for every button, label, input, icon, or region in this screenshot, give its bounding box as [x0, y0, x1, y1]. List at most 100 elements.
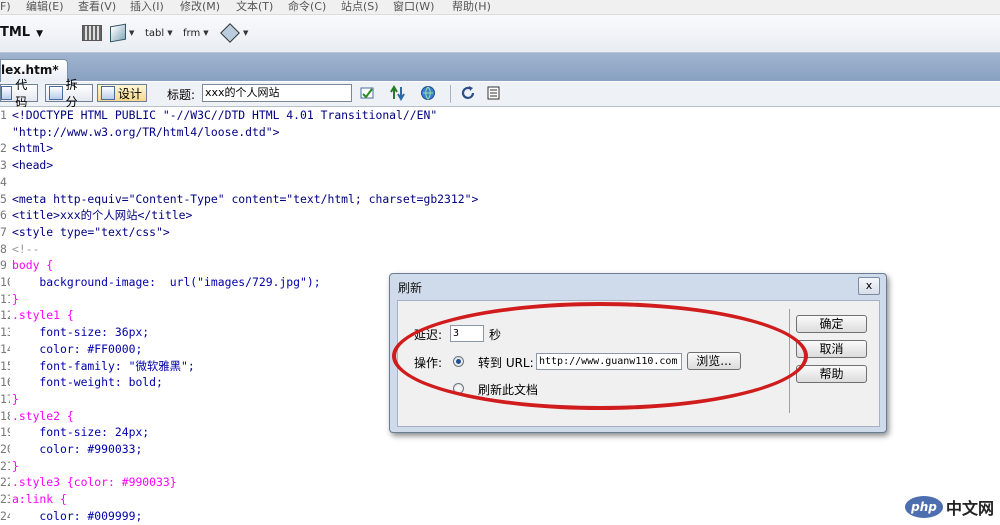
line-number: 8 — [0, 241, 7, 256]
table-grid-button[interactable] — [82, 24, 102, 42]
code-text: <!-- — [12, 241, 40, 256]
watermark-text: 中文网 — [945, 499, 994, 518]
document-toolbar: 代码 拆分 设计 标题: xxx的个人网站 — [0, 78, 1000, 109]
split-view-button[interactable]: 拆分 — [45, 78, 93, 109]
code-view-button[interactable]: 代码 — [0, 78, 38, 109]
insert-toolbar: TML ▼ ▼ tabl ▼ frm ▼ ▼ — [0, 15, 1000, 53]
help-button[interactable]: 帮助 — [796, 365, 867, 383]
code-text: font-weight: bold; — [12, 375, 163, 390]
code-text: font-family: "微软雅黑"; — [12, 358, 195, 373]
template-button[interactable]: ▼ — [220, 23, 249, 43]
code-text: font-size: 24px; — [12, 425, 150, 440]
design-view-label: 设计 — [118, 86, 143, 101]
frm-label: frm — [183, 27, 201, 39]
menu-item[interactable]: 编辑(E) — [26, 0, 64, 14]
line-number: 10 — [0, 275, 10, 289]
close-icon: x — [865, 279, 873, 292]
php-badge: php — [904, 496, 943, 518]
menu-item[interactable]: 命令(C) — [288, 0, 326, 14]
code-text: body { — [12, 258, 54, 273]
code-text: <head> — [12, 158, 54, 173]
code-text: .style2 { — [12, 408, 74, 423]
line-number: 7 — [0, 224, 7, 239]
code-text: <style type="text/css"> — [12, 224, 170, 239]
chevron-down-icon: ▼ — [167, 29, 173, 37]
menu-item[interactable]: 插入(I) — [130, 0, 164, 14]
code-view-label: 代码 — [15, 78, 28, 109]
code-text: background-image: url("images/729.jpg"); — [12, 275, 321, 289]
transfer-icon[interactable] — [390, 85, 406, 101]
menu-item[interactable]: 文本(T) — [236, 0, 273, 14]
code-text: <html> — [12, 141, 54, 156]
code-text: color: #FF0000; — [12, 341, 143, 356]
title-label: 标题: — [167, 88, 196, 102]
chevron-down-icon: ▼ — [203, 29, 209, 37]
code-text: font-size: 36px; — [12, 325, 150, 340]
code-view-icon — [1, 86, 13, 100]
watermark-logo: php 中文网 — [904, 495, 994, 519]
code-text: color: #009999; — [12, 508, 143, 523]
annotation-ellipse — [392, 302, 808, 410]
menu-item[interactable]: 站点(S) — [341, 0, 379, 14]
globe-preview-icon[interactable] — [420, 85, 436, 101]
line-number: 15 — [0, 358, 10, 373]
close-button[interactable]: x — [858, 277, 880, 295]
menu-item[interactable]: F) — [0, 0, 11, 14]
chevron-down-icon: ▼ — [36, 29, 44, 39]
menu-item[interactable]: 窗口(W) — [393, 0, 434, 14]
code-text: <!DOCTYPE HTML PUBLIC "-//W3C//DTD HTML … — [12, 108, 438, 122]
line-number: 16 — [0, 375, 10, 390]
line-number: 20 — [0, 442, 10, 456]
document-tab-strip: lex.htm* — [0, 53, 1000, 82]
line-number: 14 — [0, 341, 10, 356]
code-text: "http://www.w3.org/TR/html4/loose.dtd"> — [12, 124, 280, 139]
chevron-down-icon: ▼ — [129, 29, 135, 37]
media-button[interactable]: ▼ — [110, 23, 135, 43]
line-number: 23 — [0, 492, 10, 507]
line-number: 5 — [0, 191, 7, 206]
insert-mode-label: TML — [0, 25, 31, 40]
tabl-button[interactable]: tabl ▼ — [145, 24, 173, 42]
media-icon — [110, 23, 126, 43]
file-management-icon[interactable] — [360, 85, 376, 101]
title-input[interactable]: xxx的个人网站 — [202, 84, 352, 102]
split-view-icon — [49, 86, 63, 100]
view-options-icon[interactable] — [486, 85, 502, 101]
chevron-down-icon: ▼ — [243, 29, 249, 37]
tabl-label: tabl — [145, 27, 165, 39]
menu-item[interactable]: 查看(V) — [78, 0, 116, 14]
toolbar-separator — [450, 85, 451, 103]
line-number: 12 — [0, 308, 10, 323]
menu-item[interactable]: 修改(M) — [180, 0, 220, 14]
line-number: 4 — [0, 174, 7, 189]
frm-button[interactable]: frm ▼ — [183, 24, 209, 42]
line-number: 6 — [0, 208, 7, 223]
design-view-icon — [101, 86, 115, 100]
line-number: 3 — [0, 158, 7, 173]
code-text: <title>xxx的个人网站</title> — [12, 208, 193, 223]
document-tab-label: lex.htm* — [1, 63, 59, 77]
code-text: } — [12, 391, 19, 406]
code-text: .style1 { — [12, 308, 74, 323]
line-number: 13 — [0, 325, 10, 340]
line-number: 21 — [0, 458, 10, 473]
line-number: 19 — [0, 425, 10, 440]
line-number: 22 — [0, 475, 10, 490]
line-number: 11 — [0, 291, 10, 306]
code-text: .style3 {color: #990033} — [12, 475, 177, 490]
code-text: } — [12, 458, 19, 473]
design-view-button[interactable]: 设计 — [97, 84, 147, 102]
split-view-label: 拆分 — [65, 78, 78, 109]
code-text: <meta http-equiv="Content-Type" content=… — [12, 191, 479, 206]
code-text: a:link { — [12, 492, 67, 507]
menu-bar: F) 编辑(E) 查看(V) 插入(I) 修改(M) 文本(T) 命令(C) 站点(S) 窗口(… — [0, 0, 1000, 15]
menu-item[interactable]: 帮助(H) — [452, 0, 491, 14]
template-icon — [220, 23, 240, 43]
insert-mode-dropdown[interactable]: TML ▼ — [0, 25, 43, 40]
line-number: 24 — [0, 508, 10, 523]
table-grid-icon — [82, 25, 102, 41]
line-number: 17 — [0, 391, 10, 406]
ok-button[interactable]: 确定 — [796, 315, 867, 333]
code-text: } — [12, 291, 19, 306]
refresh-icon[interactable] — [460, 85, 476, 101]
